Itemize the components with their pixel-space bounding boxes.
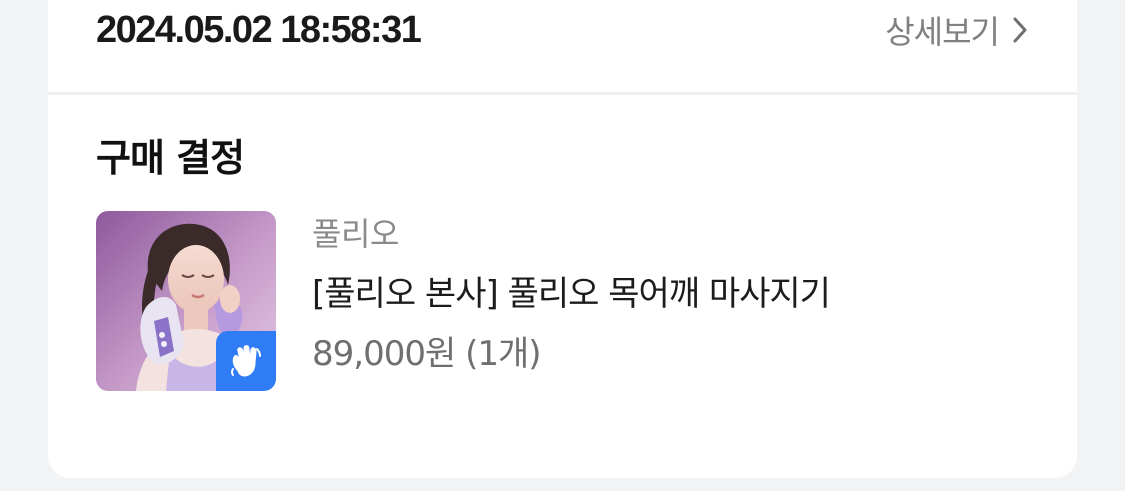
order-date: 2024.05.02 18:58:31	[96, 9, 422, 51]
product-brand: 풀리오	[312, 215, 399, 253]
product-price-line: 89,000원 (1개)	[312, 329, 542, 379]
product-name[interactable]: [풀리오 본사] 풀리오 목어깨 마사지기	[312, 269, 831, 319]
divider	[48, 92, 1077, 95]
product-price: 89,000원	[312, 334, 456, 374]
product-quantity: (1개)	[465, 334, 541, 374]
order-card: 2024.05.02 18:58:31 상세보기 구매 결정 풀리오 [풀리오 …	[48, 0, 1077, 478]
waving-hand-badge	[216, 331, 276, 391]
waving-hand-icon	[231, 345, 261, 377]
chevron-right-icon	[1009, 15, 1031, 45]
product-thumbnail[interactable]	[96, 211, 276, 391]
product-item[interactable]: 풀리오 [풀리오 본사] 풀리오 목어깨 마사지기 89,000원 (1개)	[96, 211, 1026, 391]
section-title: 구매 결정	[96, 136, 245, 180]
view-details-label: 상세보기	[885, 13, 1000, 51]
view-details-link[interactable]: 상세보기	[885, 4, 1031, 56]
